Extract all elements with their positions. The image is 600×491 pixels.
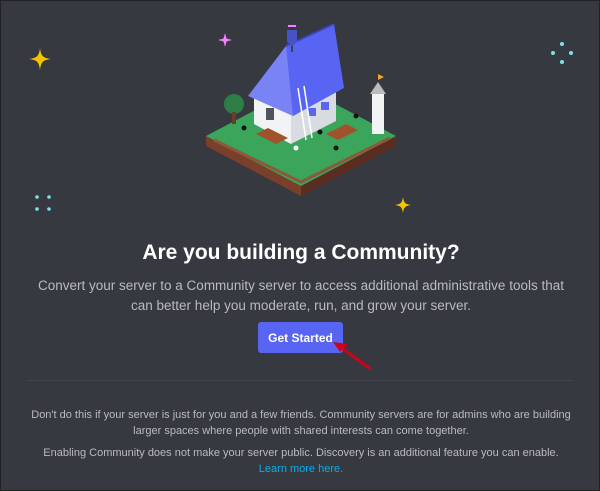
note-text: Enabling Community does not make your se… bbox=[43, 447, 559, 459]
section-divider bbox=[26, 380, 574, 381]
page-title: Are you building a Community? bbox=[142, 241, 460, 264]
learn-more-link[interactable]: Learn more here. bbox=[259, 463, 343, 475]
sparkle-cyan-icon bbox=[551, 42, 573, 64]
sparkle-yellow-icon bbox=[29, 48, 51, 70]
red-arrow-icon bbox=[333, 342, 371, 370]
note-paragraph: Enabling Community does not make your se… bbox=[29, 445, 573, 477]
community-notes: Don't do this if your server is just for… bbox=[29, 407, 573, 483]
community-house-illustration bbox=[206, 23, 396, 196]
sparkle-cyan-icon bbox=[35, 195, 51, 211]
note-paragraph: Don't do this if your server is just for… bbox=[31, 409, 571, 437]
page-description: Convert your server to a Community serve… bbox=[38, 278, 564, 313]
community-modal: Are you building a Community? Convert yo… bbox=[0, 0, 600, 491]
